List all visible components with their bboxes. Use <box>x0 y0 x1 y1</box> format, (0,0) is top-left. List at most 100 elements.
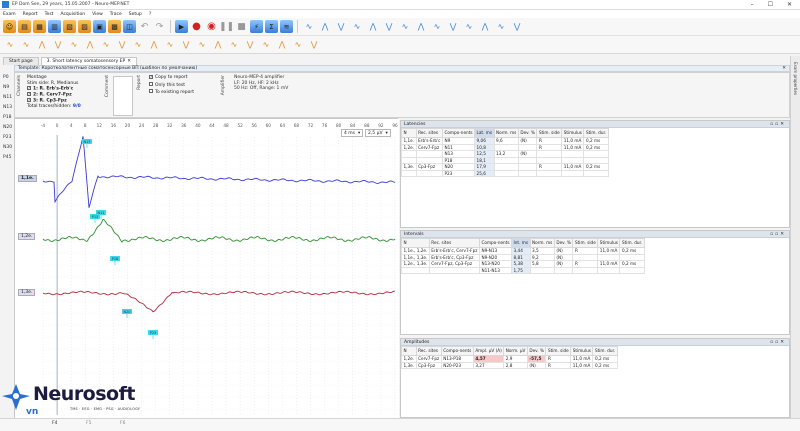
to-existing-report-option[interactable]: To existing report <box>149 89 194 97</box>
trace-tool-7-icon[interactable]: ∿ <box>99 38 113 51</box>
patient-icon[interactable]: ☺ <box>3 20 16 33</box>
tab-start-page[interactable]: Start page <box>3 57 39 65</box>
column-header[interactable]: Norm. ms <box>529 238 555 248</box>
interval-row[interactable]: 1,1e., 1,2e. Erb's-Erb'c, Cerv7-Fpz N9-N13… <box>401 247 645 255</box>
trace-tool-1-icon[interactable]: ∿ <box>3 38 17 51</box>
function-key-f4[interactable]: F4 <box>52 421 57 426</box>
checkbox-icon[interactable]: ✓ <box>27 86 31 90</box>
column-header[interactable]: Dev. % <box>553 238 574 248</box>
redo-icon[interactable]: ↷ <box>153 20 166 33</box>
menu-setup[interactable]: Setup <box>129 12 142 17</box>
marker-tool-13-icon[interactable]: ∿ <box>494 20 508 33</box>
component-item[interactable]: N20 <box>3 125 12 130</box>
trace-tool-10-icon[interactable]: ⋀ <box>147 38 161 51</box>
marker-tool-12-icon[interactable]: ⋀ <box>478 20 492 33</box>
stop-icon[interactable]: ■ <box>235 20 248 33</box>
marker-tool-14-icon[interactable]: ⋁ <box>510 20 524 33</box>
menu-help[interactable]: ? <box>149 12 151 17</box>
trace-label-2[interactable]: 1,2e. <box>18 233 36 240</box>
component-item[interactable]: N13 <box>3 105 12 110</box>
stimulator-icon[interactable]: ⚡ <box>250 20 263 33</box>
column-header[interactable]: Ampl. µV (A) <box>472 346 505 356</box>
trace-tool-15-icon[interactable]: ∿ <box>227 38 241 51</box>
column-header[interactable]: Dev. % <box>526 346 547 356</box>
marker-label[interactable]: P18 <box>112 257 119 261</box>
trace-tool-6-icon[interactable]: ⋀ <box>83 38 97 51</box>
marker-label[interactable]: N11 <box>97 211 104 215</box>
trace-tool-16-icon[interactable]: ⋁ <box>243 38 257 51</box>
interval-row[interactable]: N11-N13 1,75 <box>401 266 645 274</box>
checkbox-icon[interactable]: ✓ <box>27 98 31 102</box>
column-header[interactable]: Stim. dur. <box>592 346 618 356</box>
trace-label-3[interactable]: 1,3e. <box>18 289 36 296</box>
function-key-f6[interactable]: F6 <box>120 421 125 426</box>
marker-label[interactable]: N20 <box>123 310 130 314</box>
column-header[interactable]: Compo-nents <box>440 346 474 356</box>
checkbox-icon[interactable]: ✓ <box>149 75 153 79</box>
column-header[interactable]: Stim. side <box>536 128 563 138</box>
export-icon[interactable]: ▩ <box>108 20 121 33</box>
monitor-icon[interactable]: ▶ <box>175 20 188 33</box>
column-header[interactable]: Rec. sites <box>415 346 442 356</box>
marker-tool-4-icon[interactable]: ∿ <box>350 20 364 33</box>
minimize-button[interactable]: – <box>751 1 754 8</box>
column-header[interactable]: N <box>401 238 430 248</box>
ep-traces-chart[interactable]: -4 0 4 8 12 16 20 24 28 32 36 40 44 48 52 56 60 64 68 72 76 8… <box>15 119 399 419</box>
trace-tool-20-icon[interactable]: ⋁ <box>307 38 321 51</box>
component-item[interactable]: P18 <box>3 115 11 120</box>
column-header[interactable]: Compo-nents <box>441 128 476 138</box>
trace-tool-17-icon[interactable]: ∿ <box>259 38 273 51</box>
copy-to-report-option[interactable]: ✓ Copy to report <box>149 75 194 82</box>
column-header[interactable]: Norm. µV <box>503 346 528 356</box>
checkbox-icon[interactable]: ✓ <box>27 92 31 96</box>
column-header[interactable]: Stim. dur. <box>619 238 645 248</box>
save-icon[interactable]: ▦ <box>33 20 46 33</box>
column-header[interactable]: Compo-nents <box>478 238 513 248</box>
copy-icon[interactable]: ▣ <box>93 20 106 33</box>
trace-label-1[interactable]: 1,1e. <box>18 175 37 182</box>
marker-tool-5-icon[interactable]: ⋀ <box>366 20 380 33</box>
column-header[interactable]: Stim. dur. <box>583 128 609 138</box>
column-header[interactable]: N <box>401 346 417 356</box>
template-close-icon[interactable]: ✕ <box>782 66 789 71</box>
marker-tool-2-icon[interactable]: ⋀ <box>318 20 332 33</box>
latency-row[interactable]: P23 25,6 <box>401 169 609 177</box>
trace-tool-14-icon[interactable]: ⋀ <box>211 38 225 51</box>
column-header[interactable]: Stim. side <box>572 238 599 248</box>
column-header[interactable]: Stimulus <box>597 238 621 248</box>
marker-tool-1-icon[interactable]: ∿ <box>302 20 316 33</box>
trace-tool-3-icon[interactable]: ⋀ <box>35 38 49 51</box>
sensitivity-select[interactable]: 2,5 µV ▾ <box>365 129 391 137</box>
column-header[interactable]: N <box>401 128 417 138</box>
function-key-f5[interactable]: F5 <box>86 421 91 426</box>
trace-tool-9-icon[interactable]: ∿ <box>131 38 145 51</box>
trace-tool-5-icon[interactable]: ∿ <box>67 38 81 51</box>
marker-label[interactable]: P23 <box>150 331 157 335</box>
column-header[interactable]: Lat. ms <box>474 128 495 138</box>
timescale-select[interactable]: 4 ms ▾ <box>341 129 364 137</box>
marker-tool-11-icon[interactable]: ∿ <box>462 20 476 33</box>
trace-tool-2-icon[interactable]: ∿ <box>19 38 33 51</box>
trace-tool-13-icon[interactable]: ∿ <box>195 38 209 51</box>
trace-tool-19-icon[interactable]: ∿ <box>291 38 305 51</box>
open-exam-icon[interactable]: ▤ <box>18 20 31 33</box>
column-header[interactable]: Rec. sites <box>415 128 443 138</box>
component-item[interactable]: N9 <box>3 85 9 90</box>
menu-acquisition[interactable]: Acquisition <box>60 12 85 17</box>
panel-buttons[interactable]: ▫▫✕ <box>770 340 789 345</box>
panel-buttons[interactable]: ▫▫✕ <box>770 232 789 237</box>
pause-icon[interactable]: ❚❚ <box>219 20 234 33</box>
checkbox-icon[interactable] <box>149 81 153 86</box>
tab-close-icon[interactable]: ✕ <box>127 59 131 64</box>
print-icon[interactable]: ▨ <box>78 20 91 33</box>
component-item[interactable]: P23 <box>3 135 11 140</box>
column-header[interactable]: Norm. ms <box>493 128 519 138</box>
report-icon[interactable]: ▧ <box>63 20 76 33</box>
comment-input[interactable] <box>113 76 133 116</box>
marker-label[interactable]: N13 <box>83 140 90 144</box>
only-this-test-option[interactable]: Only this test <box>149 81 194 90</box>
filter-icon[interactable]: ≋ <box>280 20 293 33</box>
trace-tool-12-icon[interactable]: ⋁ <box>179 38 193 51</box>
tab-short-latency-ep[interactable]: 3. Short latency somatosensory EP ✕ <box>40 57 137 65</box>
menu-report[interactable]: Report <box>23 12 38 17</box>
